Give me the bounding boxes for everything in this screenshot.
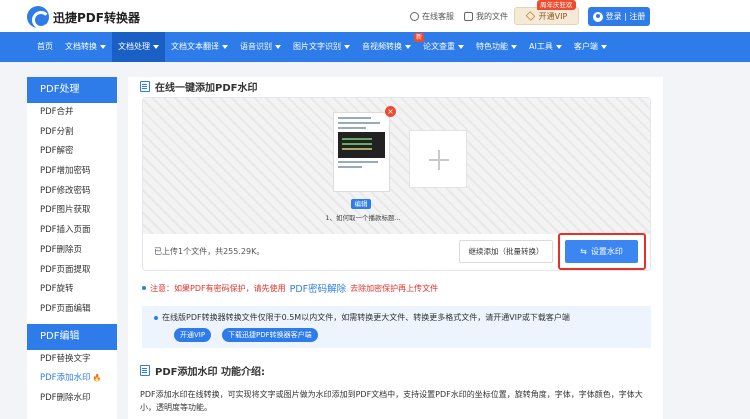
nav-item-0[interactable]: 首页 [31,32,59,62]
my-files-link[interactable]: 我的文件 [464,11,508,22]
delete-file-icon[interactable]: × [385,106,396,117]
nav-item-label: 客户端 [573,42,598,51]
edit-file-button[interactable]: 编辑 [351,199,371,209]
sidebar-item[interactable]: PDF图片获取 [27,201,117,221]
download-client-pill[interactable]: 下载迅捷PDF转换器客户端 [222,328,318,342]
notice-prefix: 注意：如果PDF有密码保护，请先使用 [150,283,286,293]
nav-item-1[interactable]: 文档转换 [59,32,112,62]
chevron-down-icon [275,45,281,49]
pdf-decrypt-link[interactable]: PDF密码解除 [290,281,347,295]
nav-item-label: 论文查重 [423,42,455,51]
main-nav: 首页 文档转换 文档处理 文档文本翻译 语音识别 图片文字识别 音视频转换 论文查重 特色功能 A… [0,32,750,62]
nav-item-label: 文档转换 [65,42,97,51]
continue-add-button[interactable]: 继续添加（批量转换） [459,240,553,263]
document-icon [140,365,150,376]
sidebar-item[interactable]: PDF页面编辑 [27,300,117,320]
sidebar-group-pdf-processing: PDF处理 [27,77,117,103]
upload-area[interactable]: × 编辑 1、如何取一个播款标题... 已上传1个文件，共255.29K。 继续… [142,97,651,271]
my-files-label: 我的文件 [476,12,508,21]
nav-item-4[interactable]: 语音识别 [234,32,287,62]
chevron-down-icon [222,45,228,49]
login-register-label: 登录 | 注册 [605,12,646,21]
nav-item-6[interactable]: 音视频转换 [356,32,417,62]
nav-item-label: 音视频转换 [362,42,402,51]
headset-icon [410,12,419,21]
nav-item-2[interactable]: 文档处理 [112,32,165,62]
sidebar-item[interactable]: PDF修改密码 [27,182,117,202]
sidebar-item[interactable]: PDF替换文字 [27,350,117,370]
nav-item-label: 文档处理 [118,42,150,51]
page-title: 在线一键添加PDF水印 [155,83,258,94]
sidebar-item[interactable]: PDF删除页 [27,241,117,261]
add-file-button[interactable] [409,130,467,188]
customer-service-label: 在线客服 [422,12,454,21]
set-watermark-button[interactable]: ⇆ 设置水印 [565,240,638,263]
chevron-down-icon [511,45,517,49]
sidebar-item[interactable]: PDF合并 [27,103,117,123]
login-register-button[interactable]: 登录 | 注册 [588,7,650,26]
upload-section-title: 在线一键添加PDF水印 [140,79,257,94]
nav-item-10[interactable]: 客户端 [568,32,613,62]
chevron-down-icon [344,45,350,49]
nav-item-label: 首页 [37,42,53,51]
nav-item-9[interactable]: AI工具 [523,32,568,62]
bullet-icon [142,286,146,290]
info-line: 在线版PDF转换器转换文件仅限于0.5M以内文件，如需转换更大文件、转换更多格式… [154,312,570,323]
file-thumbnail[interactable] [333,112,390,192]
open-vip-label: 开通VIP [538,11,568,21]
chevron-down-icon [555,45,562,49]
customer-service-link[interactable]: 在线客服 [410,11,454,22]
logo-icon[interactable] [27,6,50,29]
chevron-down-icon [458,45,464,49]
nav-item-label: 文档文本翻译 [171,42,219,51]
chevron-down-icon [405,45,411,49]
chevron-down-icon [600,45,607,49]
new-badge: 新 [414,33,425,42]
diamond-icon [525,11,535,21]
sidebar-item[interactable]: PDF插入页面 [27,221,117,241]
password-notice: 注意：如果PDF有密码保护，请先使用 PDF密码解除 去除加密保护再上传文件 [142,281,438,295]
notice-suffix: 去除加密保护再上传文件 [350,283,439,293]
open-vip-pill[interactable]: 开通VIP [174,328,212,342]
document-icon [140,81,150,92]
nav-item-label: AI工具 [529,42,553,51]
sidebar-item[interactable]: PDF解密 [27,142,117,162]
sidebar-item[interactable]: PDF增加密码 [27,162,117,182]
sidebar: PDF处理 PDF合并 PDF分割 PDF解密 PDF增加密码 PDF修改密码 PDF图片… [27,77,117,419]
info-box: 在线版PDF转换器转换文件仅限于0.5M以内文件，如需转换更大文件、转换更多格式… [142,306,651,348]
main-panel: 在线一键添加PDF水印 × 编辑 1、如何取一个播款标题... 已上传1个文件，… [128,77,663,419]
user-icon [592,11,603,22]
intro-title: PDF添加水印 功能介绍: [155,367,265,378]
nav-item-label: 语音识别 [240,42,272,51]
sidebar-item[interactable]: PDF页面提取 [27,261,117,281]
chevron-down-icon [100,45,106,49]
sidebar-item[interactable]: PDF添加水印 [27,369,117,389]
sidebar-item[interactable]: PDF旋转 [27,280,117,300]
upload-status: 已上传1个文件，共255.29K。 [154,247,265,256]
nav-item-label: 图片文字识别 [293,42,341,51]
nav-item-5[interactable]: 图片文字识别 [287,32,356,62]
nav-item-label: 特色功能 [476,42,508,51]
sidebar-group-pdf-editing: PDF编辑 [27,323,117,350]
nav-item-3[interactable]: 文档文本翻译 [165,32,234,62]
set-watermark-label: 设置水印 [590,247,623,256]
swap-icon: ⇆ [580,247,587,256]
anniversary-badge: 周年庆狂欢 [537,0,576,10]
brand-name[interactable]: 迅捷PDF转换器 [53,9,140,26]
top-header: 迅捷PDF转换器 在线客服 我的文件 开通VIP 周年庆狂欢 登录 | 注册 [0,0,750,32]
nav-item-8[interactable]: 特色功能 [470,32,523,62]
chevron-down-icon [153,45,159,49]
file-name: 1、如何取一个播款标题... [325,214,401,222]
bullet-icon [154,315,158,320]
sidebar-item[interactable]: PDF分割 [27,123,117,143]
file-icon [464,12,473,21]
info-text: 在线版PDF转换器转换文件仅限于0.5M以内文件，如需转换更大文件、转换更多格式… [162,313,570,322]
nav-item-7[interactable]: 论文查重 [417,32,470,62]
intro-section-title: PDF添加水印 功能介绍: [140,363,265,378]
intro-text: PDF添加水印在线转换，可实现将文字或图片做为水印添加到PDF文档中，支持设置P… [140,390,643,412]
sidebar-item[interactable]: PDF删除水印 [27,389,117,409]
